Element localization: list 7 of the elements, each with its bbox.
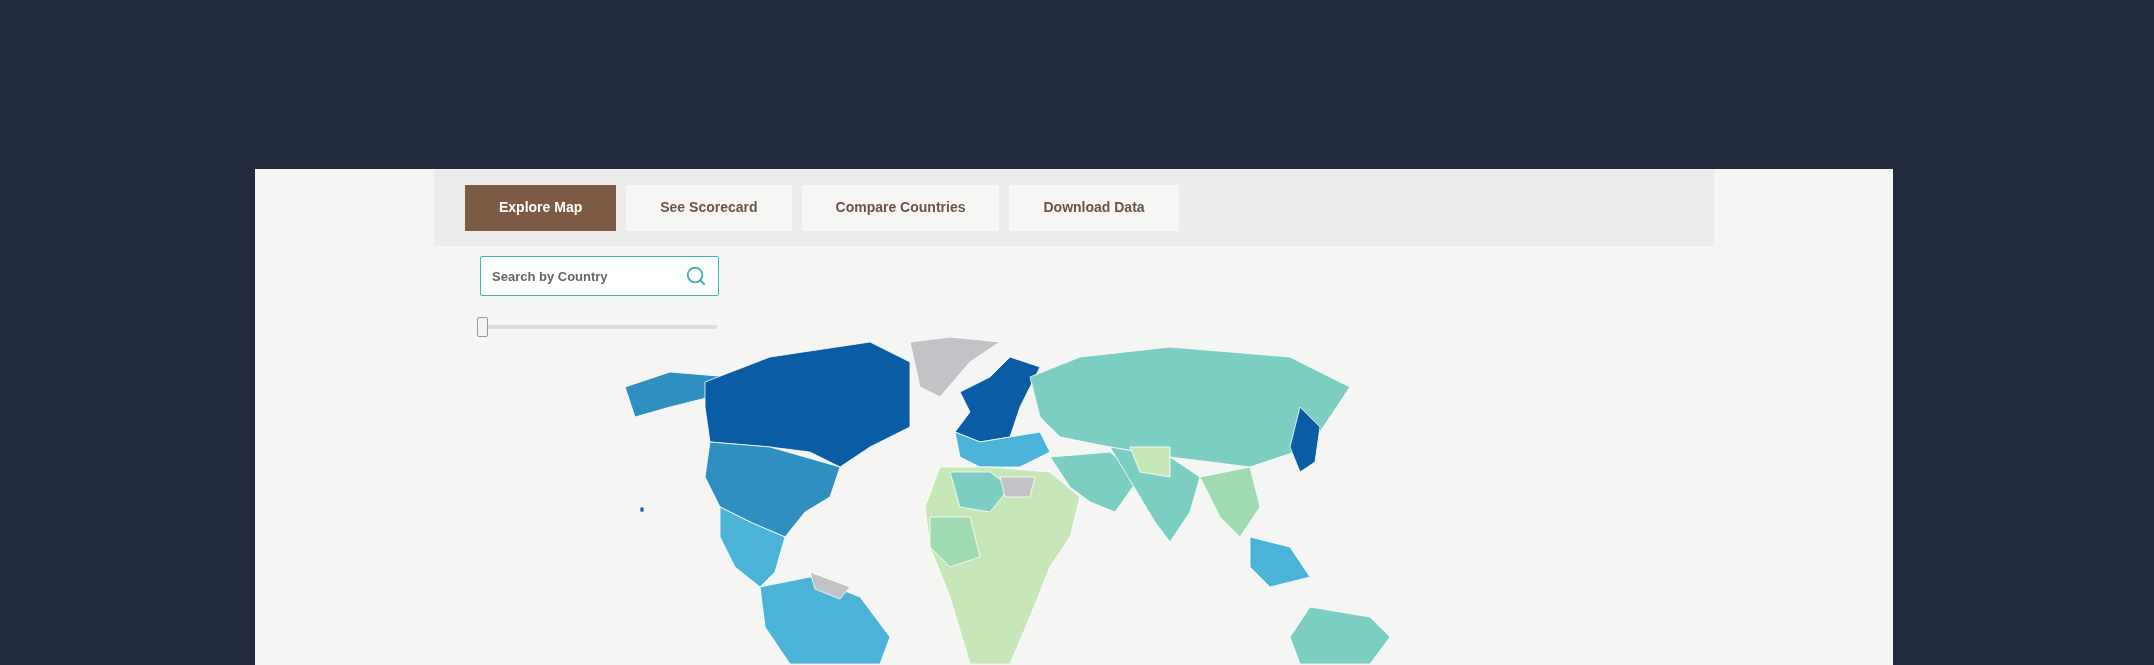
slider-thumb[interactable] [477, 317, 488, 337]
tab[interactable]: See Scorecard [626, 184, 792, 231]
search-icon [685, 265, 707, 287]
tab[interactable]: Download Data [1009, 184, 1179, 231]
tab[interactable]: Compare Countries [801, 184, 1000, 231]
search-field[interactable]: Search by Country [480, 256, 719, 296]
tab[interactable]: Explore Map [465, 184, 617, 231]
